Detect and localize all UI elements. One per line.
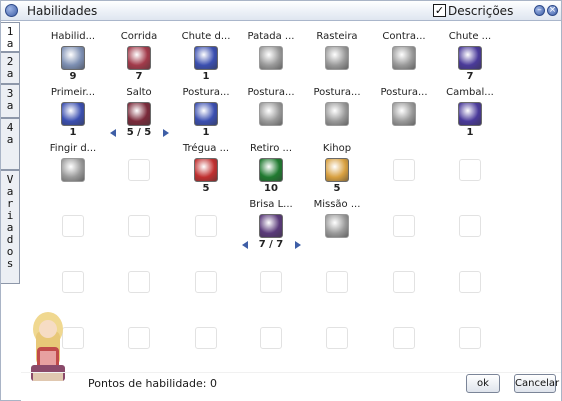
empty-skill-slot xyxy=(62,271,84,293)
skill-leap-icon[interactable] xyxy=(127,102,151,126)
skill-name: Patada ... xyxy=(247,31,295,42)
empty-skill-slot xyxy=(393,271,415,293)
skill-name: Postura... xyxy=(247,87,295,98)
tab-variados[interactable]: Variados xyxy=(1,170,20,284)
empty-skill-slot xyxy=(195,271,217,293)
skill-hp-rest-icon[interactable] xyxy=(194,158,218,182)
tab-2a[interactable]: 2a xyxy=(1,52,20,84)
skill-level: 5 / 5 xyxy=(126,127,152,138)
skill-name: Fingir d... xyxy=(49,143,97,154)
skill-window: Habilidades ✓ Descrições – × 1a 2a 3a 4a… xyxy=(0,0,562,401)
empty-skill-slot xyxy=(128,271,150,293)
skill-breeze-icon[interactable] xyxy=(259,214,283,238)
skill-kihop-icon[interactable] xyxy=(325,158,349,182)
skill-kick-icon[interactable] xyxy=(194,46,218,70)
skill-sp-rest-icon[interactable] xyxy=(259,158,283,182)
tab-1a[interactable]: 1a xyxy=(1,22,20,52)
empty-skill-slot xyxy=(260,271,282,293)
empty-skill-slot xyxy=(62,215,84,237)
skill-counter-icon[interactable] xyxy=(392,46,416,70)
skill-name: Trégua ... xyxy=(182,143,230,154)
skill-sweep-icon[interactable] xyxy=(325,46,349,70)
level-down-arrow-icon[interactable] xyxy=(242,241,248,249)
skill-name: Chute ... xyxy=(448,31,492,42)
title-bar[interactable]: Habilidades ✓ Descrições – × xyxy=(1,1,561,21)
empty-skill-slot xyxy=(393,327,415,349)
descriptions-label: Descrições xyxy=(448,4,514,18)
empty-skill-slot xyxy=(459,215,481,237)
skill-level: 1 xyxy=(466,127,474,138)
skill-flip-kick-icon[interactable] xyxy=(458,46,482,70)
skill-stance-sweep-icon[interactable] xyxy=(325,102,349,126)
window-title: Habilidades xyxy=(27,4,98,18)
skill-level: 10 xyxy=(264,183,278,194)
empty-skill-slot xyxy=(459,159,481,181)
skill-stomp-icon[interactable] xyxy=(259,46,283,70)
skill-stance-kick-icon[interactable] xyxy=(194,102,218,126)
skill-stance-counter-icon[interactable] xyxy=(392,102,416,126)
skill-name: Postura... xyxy=(380,87,428,98)
skill-name: Rasteira xyxy=(316,31,358,42)
tab-3a[interactable]: 3a xyxy=(1,84,20,118)
footer-divider xyxy=(21,372,561,373)
skill-name: Salto xyxy=(126,87,152,98)
skill-level: 5 xyxy=(202,183,210,194)
skill-name: Primeir... xyxy=(50,87,96,98)
skill-name: Chute d... xyxy=(181,31,231,42)
descriptions-checkbox[interactable]: ✓ xyxy=(433,4,446,17)
skill-name: Kihop xyxy=(322,143,352,154)
character-portrait-icon xyxy=(31,312,65,381)
skill-grid: Habilid... 9 Corrida 7 Chute d... 1 Patada ...… xyxy=(21,22,561,401)
skill-hand-icon[interactable] xyxy=(61,102,85,126)
skill-tumble-icon[interactable] xyxy=(458,102,482,126)
empty-skill-slot xyxy=(128,327,150,349)
empty-skill-slot xyxy=(195,327,217,349)
skill-name: Cambal... xyxy=(446,87,494,98)
empty-skill-slot xyxy=(326,327,348,349)
skill-name: Missão ... xyxy=(313,199,361,210)
empty-skill-slot xyxy=(393,159,415,181)
skill-points-label: Pontos de habilidade: 0 xyxy=(88,377,217,390)
empty-skill-slot xyxy=(128,159,150,181)
skill-level: 7 / 7 xyxy=(258,239,284,250)
skill-quest-icon[interactable] xyxy=(325,214,349,238)
minimize-icon[interactable]: – xyxy=(534,5,545,16)
level-down-arrow-icon[interactable] xyxy=(110,129,116,137)
skill-name: Contra... xyxy=(382,31,426,42)
skill-level: 9 xyxy=(69,71,77,82)
skill-level: 1 xyxy=(69,127,77,138)
empty-skill-slot xyxy=(260,327,282,349)
skill-stance-stomp-icon[interactable] xyxy=(259,102,283,126)
empty-skill-slot xyxy=(128,215,150,237)
skill-level: 7 xyxy=(466,71,474,82)
skill-name: Postura... xyxy=(313,87,361,98)
window-menu-icon[interactable] xyxy=(5,4,18,17)
close-icon[interactable]: × xyxy=(547,5,558,16)
tab-4a[interactable]: 4a xyxy=(1,118,20,170)
skill-play-dead-icon[interactable] xyxy=(61,158,85,182)
level-up-arrow-icon[interactable] xyxy=(295,241,301,249)
empty-skill-slot xyxy=(459,327,481,349)
empty-skill-slot xyxy=(393,215,415,237)
skill-name: Corrida xyxy=(120,31,158,42)
skill-name: Habilid... xyxy=(50,31,96,42)
skill-level: 1 xyxy=(202,127,210,138)
skill-run-icon[interactable] xyxy=(127,46,151,70)
empty-skill-slot xyxy=(195,215,217,237)
skill-name: Postura... xyxy=(182,87,230,98)
skill-name: Retiro ... xyxy=(249,143,293,154)
empty-skill-slot xyxy=(459,271,481,293)
skill-level: 1 xyxy=(202,71,210,82)
skill-name: Brisa L... xyxy=(249,199,293,210)
skill-level: 5 xyxy=(333,183,341,194)
cancel-button[interactable]: Cancelar xyxy=(514,374,559,393)
skill-cloud-icon[interactable] xyxy=(61,46,85,70)
empty-skill-slot xyxy=(326,271,348,293)
skill-level: 7 xyxy=(135,71,143,82)
ok-button[interactable]: ok xyxy=(466,374,500,393)
level-up-arrow-icon[interactable] xyxy=(163,129,169,137)
